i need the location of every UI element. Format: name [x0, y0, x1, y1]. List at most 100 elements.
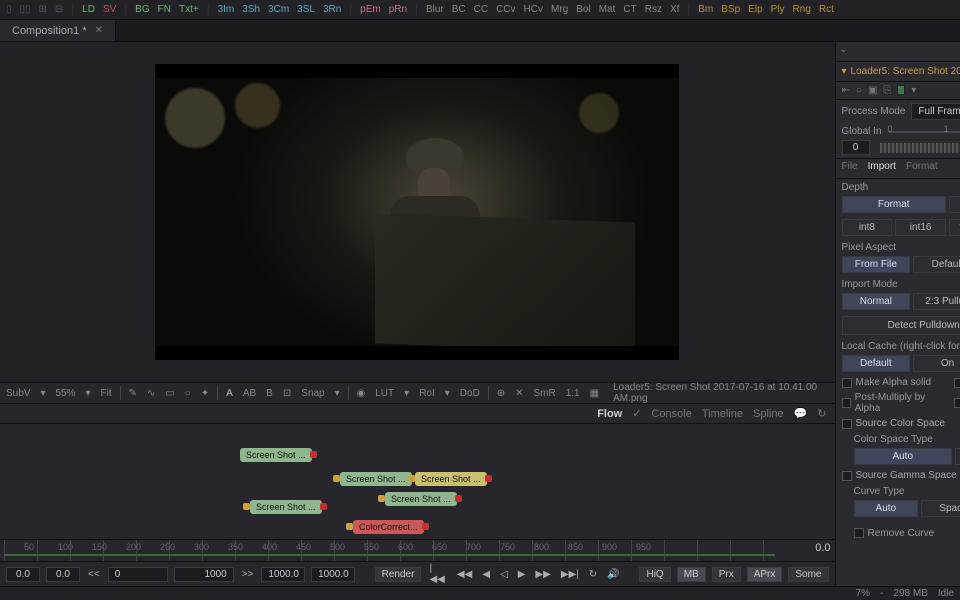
port-out-icon[interactable]	[310, 451, 317, 458]
tab-console[interactable]: Console	[651, 408, 691, 420]
import-normal[interactable]: Normal	[842, 293, 911, 310]
expand-icon[interactable]: ⌄	[836, 42, 852, 61]
chevron-down-icon[interactable]: ▾	[84, 388, 93, 399]
target-icon[interactable]: ⊕	[495, 388, 507, 399]
layout-split-icon[interactable]: ▯▯	[20, 4, 31, 15]
port-in-icon[interactable]	[243, 503, 250, 510]
port-in-icon[interactable]	[346, 523, 353, 530]
pin-icon[interactable]: ⇤	[842, 85, 850, 96]
node-loader[interactable]: Screen Shot ...	[240, 448, 312, 462]
prx-button[interactable]: Prx	[712, 567, 741, 582]
tool-Elp[interactable]: Elp	[748, 4, 762, 15]
tool-Rct[interactable]: Rct	[819, 4, 834, 15]
viewer[interactable]	[0, 42, 835, 382]
depth-float16[interactable]: float16	[949, 219, 960, 236]
tab-timeline[interactable]: Timeline	[702, 408, 743, 420]
tool-Bol[interactable]: Bol	[576, 4, 590, 15]
subtab-file[interactable]: File	[842, 161, 858, 176]
play-reverse-icon[interactable]: ◁	[498, 569, 510, 580]
range-start[interactable]: 0.0	[6, 567, 40, 582]
tab-flow[interactable]: Flow	[597, 408, 622, 420]
chk-post-multiply[interactable]	[842, 398, 851, 408]
checker-icon[interactable]: ▦	[588, 388, 601, 399]
snap-button[interactable]: Snap	[299, 388, 326, 399]
tool-pEm[interactable]: pEm	[360, 4, 381, 15]
step-back-icon[interactable]: <<	[86, 569, 102, 580]
tool-FN[interactable]: FN	[158, 4, 171, 15]
mb-button[interactable]: MB	[677, 567, 706, 582]
tool-3Im[interactable]: 3Im	[218, 4, 235, 15]
sgs-auto[interactable]: Auto	[854, 500, 919, 517]
port-out-icon[interactable]	[485, 475, 492, 482]
scs-auto[interactable]: Auto	[854, 448, 953, 465]
channel-ab[interactable]: AB	[241, 388, 258, 399]
port-out-icon[interactable]	[320, 503, 327, 510]
depth-default[interactable]: Default	[949, 196, 960, 213]
go-start-icon[interactable]: |◀◀	[427, 563, 448, 585]
save-icon[interactable]: ⎘	[883, 85, 891, 96]
info-icon[interactable]: ↻	[817, 407, 826, 420]
roi-button[interactable]: RoI	[417, 388, 437, 399]
process-mode-select[interactable]: Full Frames ▾	[911, 103, 960, 120]
tool-SV[interactable]: SV	[103, 4, 116, 15]
tool-3Rn[interactable]: 3Rn	[323, 4, 341, 15]
depth-int8[interactable]: int8	[842, 219, 893, 236]
node-colorcorrect[interactable]: ColorCorrect...	[353, 520, 424, 534]
channel-a[interactable]: A	[224, 388, 235, 399]
chk-source-color-space[interactable]	[842, 419, 852, 429]
tool-Blur[interactable]: Blur	[426, 4, 444, 15]
wand-icon[interactable]: ✦	[199, 388, 211, 399]
step-back-icon[interactable]: ◀	[480, 569, 492, 580]
chevron-down-icon[interactable]: ▾	[333, 388, 342, 399]
subview-menu[interactable]: SubV	[4, 388, 32, 399]
depth-int16[interactable]: int16	[895, 219, 946, 236]
tool-HCv[interactable]: HCv	[524, 4, 543, 15]
node-loader[interactable]: Screen Shot ...	[385, 492, 457, 506]
tool-3Cm[interactable]: 3Cm	[268, 4, 289, 15]
chevron-down-icon[interactable]: ▾	[38, 388, 47, 399]
tab-tools[interactable]: Tools	[953, 42, 960, 61]
port-in-icon[interactable]	[333, 475, 340, 482]
zoom-value[interactable]: 55%	[54, 388, 78, 399]
subtab-format[interactable]: Format	[906, 161, 938, 176]
port-in-icon[interactable]	[378, 495, 385, 502]
pixel-default[interactable]: Default	[913, 256, 960, 273]
lock-icon[interactable]: ⊡	[281, 388, 293, 399]
chevron-down-icon[interactable]: ▾	[443, 388, 452, 399]
inspector-title[interactable]: ▾ Loader5: Screen Shot 2017-07-16 at 10.…	[836, 62, 960, 82]
import-23pullup[interactable]: 2:3 Pullup	[913, 293, 960, 310]
comp-tab[interactable]: Composition1 * ✕	[0, 20, 116, 41]
close-icon[interactable]: ✕	[95, 25, 103, 36]
tool-Rng[interactable]: Rng	[793, 4, 811, 15]
frame-end[interactable]: 1000	[174, 567, 234, 582]
tool-3Sh[interactable]: 3Sh	[242, 4, 260, 15]
polyline-icon[interactable]: ✎	[127, 388, 139, 399]
chk-remove-curve[interactable]	[854, 528, 864, 538]
tool-Bm[interactable]: Bm	[698, 4, 713, 15]
tool-3SL[interactable]: 3SL	[297, 4, 315, 15]
chevron-down-icon[interactable]: ▾	[911, 85, 916, 96]
scs-space[interactable]: Space	[955, 448, 960, 465]
rect-icon[interactable]: ▭	[163, 388, 176, 399]
fit-button[interactable]: Fit	[99, 388, 114, 399]
tool-Mat[interactable]: Mat	[599, 4, 616, 15]
prev-key-icon[interactable]: ◀◀	[455, 569, 474, 580]
flow-canvas[interactable]: Screen Shot ... Screen Shot ... Screen S…	[0, 424, 835, 540]
tool-LD[interactable]: LD	[82, 4, 95, 15]
port-in-icon[interactable]	[408, 475, 415, 482]
layout-quad-icon[interactable]: ⊞	[39, 4, 47, 15]
chk-swap-field[interactable]	[954, 398, 960, 408]
cache-default[interactable]: Default	[842, 355, 911, 372]
lut-button[interactable]: LUT	[373, 388, 396, 399]
tool-Txt[interactable]: Txt+	[179, 4, 199, 15]
color-swatch[interactable]	[897, 85, 905, 95]
chk-make-alpha-solid[interactable]	[842, 378, 852, 388]
bspline-icon[interactable]: ∿	[145, 388, 157, 399]
go-end-icon[interactable]: ▶▶|	[559, 569, 581, 580]
tool-BG[interactable]: BG	[135, 4, 149, 15]
triangle-down-icon[interactable]: ▾	[842, 66, 847, 77]
step-fwd-icon[interactable]: >>	[240, 569, 256, 580]
tool-Mrg[interactable]: Mrg	[551, 4, 568, 15]
tool-Xf[interactable]: Xf	[670, 4, 679, 15]
loop-icon[interactable]: ↻	[587, 569, 599, 580]
